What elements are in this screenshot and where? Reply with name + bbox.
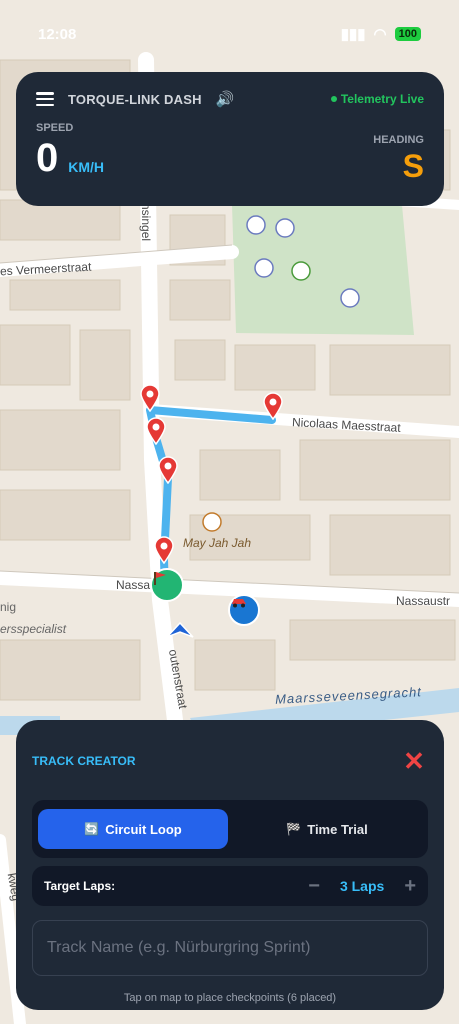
close-icon[interactable]: ✕: [400, 748, 428, 774]
mode-toggle: 🔄 Circuit Loop 🏁 Time Trial: [32, 800, 428, 858]
circuit-loop-button[interactable]: 🔄 Circuit Loop: [38, 809, 228, 849]
track-name-input[interactable]: [32, 920, 428, 976]
laps-label: Target Laps:: [44, 879, 116, 893]
status-bar: 12:08 ▮▮▮ ◠ 100: [0, 20, 459, 48]
street-label: nig: [0, 600, 17, 614]
signal-icon: ▮▮▮: [340, 26, 366, 43]
speaker-icon[interactable]: 🔊: [216, 90, 235, 108]
heading-label: HEADING: [373, 134, 424, 146]
checkered-flag-icon: 🏁: [286, 822, 302, 836]
checkpoint-pin-icon[interactable]: [154, 536, 174, 564]
increment-laps-button[interactable]: +: [404, 876, 416, 896]
menu-icon[interactable]: [36, 92, 54, 106]
mode-label: Time Trial: [307, 821, 368, 837]
checkpoint-pin-icon[interactable]: [146, 417, 166, 445]
checkpoint-pin-icon[interactable]: [158, 456, 178, 484]
status-time: 12:08: [38, 25, 77, 43]
speed-value: 0: [36, 136, 59, 180]
telemetry-hud: TORQUE-LINK DASH 🔊 Telemetry Live SPEED …: [16, 72, 444, 206]
car-marker-icon[interactable]: [228, 594, 260, 626]
telemetry-label: Telemetry Live: [340, 92, 424, 106]
loop-icon: 🔄: [84, 822, 100, 836]
time-trial-button[interactable]: 🏁 Time Trial: [232, 809, 422, 849]
speed-label: SPEED: [36, 122, 74, 134]
track-creator-panel: TRACK CREATOR ✕ 🔄 Circuit Loop 🏁 Time Tr…: [16, 720, 444, 1010]
checkpoint-pin-icon[interactable]: [263, 392, 283, 420]
street-label: Nassaustr: [396, 594, 451, 608]
laps-value: 3 Laps: [339, 878, 385, 894]
park-area: [232, 205, 414, 335]
target-laps-row: Target Laps: − 3 Laps +: [32, 866, 428, 906]
heading-value: S: [402, 148, 424, 184]
app-title: TORQUE-LINK DASH: [68, 91, 202, 107]
street-label: ersspecialist: [0, 622, 67, 636]
battery-icon: 100: [394, 27, 421, 41]
checkpoint-pin-icon[interactable]: [140, 384, 160, 412]
panel-title: TRACK CREATOR: [32, 754, 136, 768]
checkpoint-hint: Tap on map to place checkpoints (6 place…: [123, 992, 337, 1004]
speed-unit: KM/H: [68, 159, 105, 175]
start-flag-icon[interactable]: [150, 568, 184, 602]
location-arrow-icon: [166, 622, 194, 638]
speed-block: SPEED 0 KM/H: [36, 122, 104, 182]
live-dot-icon: [330, 96, 337, 102]
heading-block: HEADING S: [373, 134, 424, 182]
mode-label: Circuit Loop: [105, 821, 182, 837]
restaurant-label: May Jah Jah: [183, 536, 252, 550]
decrement-laps-button[interactable]: −: [308, 876, 320, 896]
telemetry-status: Telemetry Live: [330, 92, 424, 106]
wifi-icon: ◠: [373, 26, 387, 43]
